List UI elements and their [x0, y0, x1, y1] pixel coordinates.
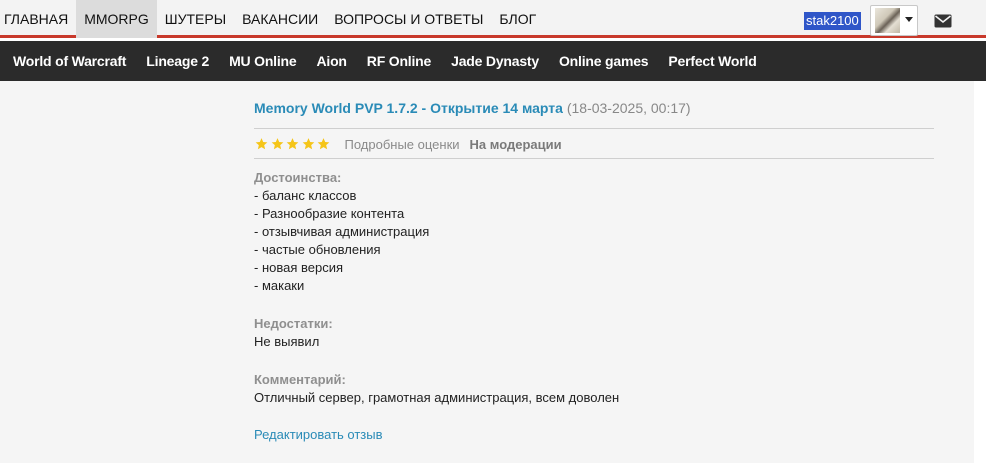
pros-item: - Разнообразие контента [254, 206, 405, 221]
star-icon [255, 138, 268, 150]
star-icon [302, 138, 314, 150]
user-menu-button[interactable] [870, 5, 918, 36]
category-jade-dynasty[interactable]: Jade Dynasty [441, 53, 549, 69]
top-navigation-bar: ГЛАВНАЯ MMORPG ШУТЕРЫ ВАКАНСИИ ВОПРОСЫ И… [0, 0, 986, 38]
divider [254, 128, 934, 129]
star-rating [254, 137, 332, 151]
review-date: (18-03-2025, 00:17) [566, 100, 691, 116]
nav-item-qa[interactable]: ВОПРОСЫ И ОТВЕТЫ [326, 0, 491, 38]
pros-item: - новая версия [254, 260, 344, 275]
star-icon [317, 138, 330, 150]
moderation-status: На модерации [469, 136, 562, 152]
nav-item-blog[interactable]: БЛОГ [491, 0, 544, 38]
cons-item: Не выявил [254, 334, 320, 349]
review-header: Memory World PVP 1.7.2 - Открытие 14 мар… [254, 100, 691, 116]
category-mu-online[interactable]: MU Online [219, 53, 306, 69]
avatar [875, 8, 900, 33]
category-aion[interactable]: Aion [306, 53, 356, 69]
nav-item-vacancies[interactable]: ВАКАНСИИ [234, 0, 326, 38]
mail-icon[interactable] [934, 14, 952, 28]
pros-item: - частые обновления [254, 242, 381, 257]
pros-label: Достоинства: [254, 170, 342, 185]
nav-item-mmorpg[interactable]: MMORPG [76, 0, 157, 38]
main-menu: ГЛАВНАЯ MMORPG ШУТЕРЫ ВАКАНСИИ ВОПРОСЫ И… [0, 0, 544, 38]
pros-item: - баланс классов [254, 188, 357, 203]
main-content: Memory World PVP 1.7.2 - Открытие 14 мар… [0, 81, 974, 463]
nav-item-shooters[interactable]: ШУТЕРЫ [157, 0, 234, 38]
category-rf-online[interactable]: RF Online [357, 53, 441, 69]
pros-item: - макаки [254, 278, 305, 293]
game-categories-bar: World of Warcraft Lineage 2 MU Online Ai… [0, 41, 986, 81]
pros-item: - отзывчивая администрация [254, 224, 430, 239]
category-online-games[interactable]: Online games [549, 53, 658, 69]
nav-item-main[interactable]: ГЛАВНАЯ [0, 0, 76, 38]
category-world-of-warcraft[interactable]: World of Warcraft [0, 53, 136, 69]
detailed-ratings-link[interactable]: Подробные оценки [345, 137, 460, 152]
divider [254, 158, 934, 159]
category-lineage-2[interactable]: Lineage 2 [136, 53, 219, 69]
chevron-down-icon [905, 17, 913, 22]
category-perfect-world[interactable]: Perfect World [658, 53, 766, 69]
page-margin [974, 81, 986, 463]
comment-label: Комментарий: [254, 372, 346, 387]
username-link[interactable]: stak2100 [804, 12, 861, 30]
edit-review-link[interactable]: Редактировать отзыв [254, 427, 383, 442]
star-icon [271, 138, 283, 150]
star-icon [286, 138, 299, 150]
cons-label: Недостатки: [254, 316, 333, 331]
comment-text: Отличный сервер, грамотная администрация… [254, 390, 620, 405]
rating-row: Подробные оценки На модерации [254, 135, 562, 153]
server-title-link[interactable]: Memory World PVP 1.7.2 - Открытие 14 мар… [254, 100, 563, 116]
